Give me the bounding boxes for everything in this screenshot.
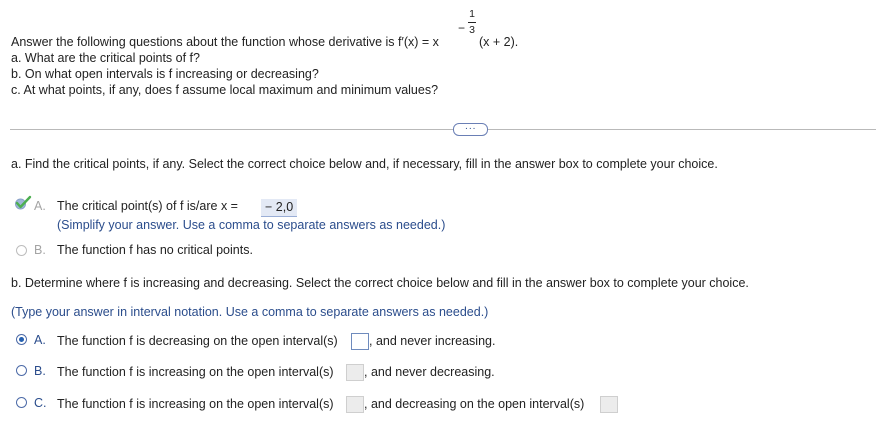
question-part-a: a. What are the critical points of f? bbox=[11, 51, 200, 65]
critical-points-answer[interactable]: − 2,0 bbox=[261, 199, 298, 217]
part-b-choice-c-radio[interactable] bbox=[16, 397, 27, 408]
exponent-denominator: 3 bbox=[469, 24, 475, 36]
part-a-instruction: a. Find the critical points, if any. Sel… bbox=[11, 157, 718, 171]
part-b-choice-c-tail: , and decreasing on the open interval(s) bbox=[364, 397, 585, 411]
section-divider bbox=[10, 129, 876, 130]
increasing-interval-input-c[interactable] bbox=[346, 396, 364, 413]
exponent-numerator: 1 bbox=[469, 8, 475, 20]
part-b-choice-a-text: The function f is decreasing on the open… bbox=[57, 334, 338, 348]
decreasing-interval-input-c[interactable] bbox=[600, 396, 618, 413]
exponent-fraction-bar bbox=[468, 22, 476, 23]
part-b-choice-b-text: The function f is increasing on the open… bbox=[57, 365, 334, 379]
part-b-choice-b-letter: B. bbox=[34, 364, 46, 378]
part-a-hint: (Simplify your answer. Use a comma to se… bbox=[57, 218, 446, 232]
part-b-instruction: b. Determine where f is increasing and d… bbox=[11, 276, 749, 290]
part-a-choice-b-radio[interactable] bbox=[16, 245, 27, 256]
part-b-choice-a-tail: , and never increasing. bbox=[369, 334, 496, 348]
part-b-choice-c-letter: C. bbox=[34, 396, 47, 410]
question-part-c: c. At what points, if any, does f assume… bbox=[11, 83, 439, 97]
question-intro-tail: (x + 2). bbox=[479, 35, 519, 49]
part-a-choice-b-text: The function f has no critical points. bbox=[57, 243, 253, 257]
part-a-choice-a-letter: A. bbox=[34, 199, 46, 213]
part-b-hint: (Type your answer in interval notation. … bbox=[11, 305, 489, 319]
more-button[interactable]: ··· bbox=[453, 123, 488, 136]
part-b-choice-c-text: The function f is increasing on the open… bbox=[57, 397, 334, 411]
part-b-choice-a-letter: A. bbox=[34, 333, 46, 347]
question-intro-text: Answer the following questions about the… bbox=[11, 35, 439, 49]
part-a-choice-a-end: . bbox=[286, 199, 290, 213]
question-intro: Answer the following questions about the… bbox=[11, 35, 439, 49]
part-b-choice-a-radio[interactable] bbox=[16, 334, 27, 345]
part-a-choice-b-letter: B. bbox=[34, 243, 46, 257]
exponent-minus: − bbox=[458, 21, 466, 35]
part-a-choice-a-text: The critical point(s) of f is/are x = bbox=[57, 199, 238, 213]
question-part-b: b. On what open intervals is f increasin… bbox=[11, 67, 319, 81]
part-b-choice-b-tail: , and never decreasing. bbox=[364, 365, 495, 379]
part-b-choice-b-radio[interactable] bbox=[16, 365, 27, 376]
correct-check-icon bbox=[14, 195, 32, 211]
increasing-interval-input-b[interactable] bbox=[346, 364, 364, 381]
decreasing-interval-input[interactable] bbox=[351, 333, 369, 350]
